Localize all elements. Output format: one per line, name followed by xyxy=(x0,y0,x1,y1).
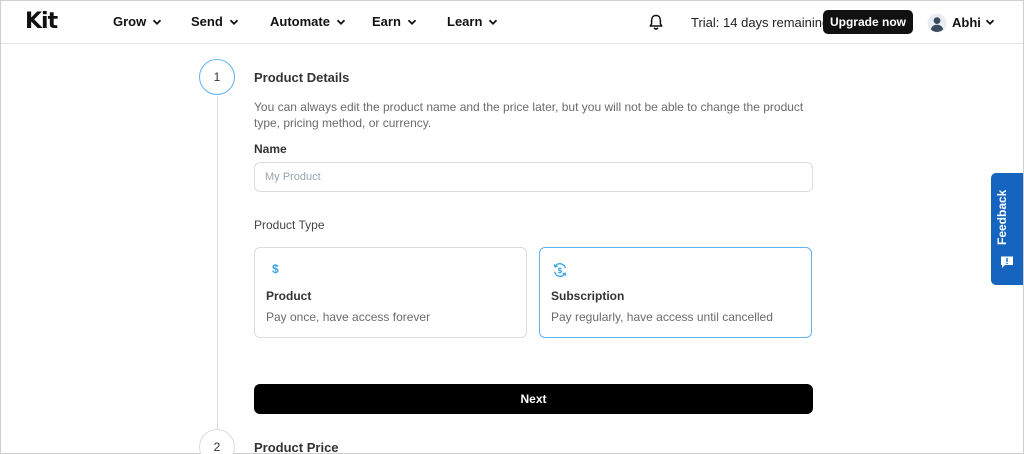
nav-label: Automate xyxy=(270,14,330,29)
chevron-down-icon xyxy=(407,19,417,25)
user-avatar-icon[interactable] xyxy=(927,13,947,33)
chevron-down-icon xyxy=(489,19,498,25)
nav-earn[interactable]: Earn xyxy=(372,14,417,30)
step-2-indicator: 2 xyxy=(199,429,235,454)
product-type-product-option[interactable]: $ Product Pay once, have access forever xyxy=(254,247,527,338)
chevron-down-icon xyxy=(153,19,162,25)
step-1-title: Product Details xyxy=(254,70,350,85)
option-title: Subscription xyxy=(551,289,625,303)
bell-icon[interactable] xyxy=(647,13,665,31)
user-name[interactable]: Abhi xyxy=(952,15,981,31)
kit-logo[interactable]: Kit xyxy=(25,10,58,34)
nav-automate[interactable]: Automate xyxy=(270,14,346,30)
chevron-down-icon xyxy=(336,19,346,25)
refresh-dollar-icon: $ xyxy=(553,263,567,277)
nav-label: Learn xyxy=(447,14,483,29)
nav-learn[interactable]: Learn xyxy=(447,14,498,30)
step-2-title: Product Price xyxy=(254,440,339,454)
chevron-down-icon xyxy=(229,19,238,25)
name-label: Name xyxy=(254,142,287,156)
product-type-subscription-option[interactable]: $ Subscription Pay regularly, have acces… xyxy=(539,247,812,338)
nav-send[interactable]: Send xyxy=(191,14,239,30)
option-subtitle: Pay regularly, have access until cancell… xyxy=(551,310,773,324)
chat-icon xyxy=(1001,256,1013,268)
trial-status: Trial: 14 days remaining xyxy=(691,15,830,30)
top-navigation: Kit Grow Send Automate Earn Learn Trial:… xyxy=(1,1,1023,44)
option-subtitle: Pay once, have access forever xyxy=(266,310,431,324)
product-type-label: Product Type xyxy=(254,218,325,232)
nav-label: Earn xyxy=(372,14,401,29)
nav-grow[interactable]: Grow xyxy=(113,14,162,30)
svg-text:$: $ xyxy=(557,266,562,275)
stepper-line xyxy=(217,96,218,436)
nav-label: Grow xyxy=(113,14,147,29)
step-1-indicator: 1 xyxy=(199,59,235,95)
product-details-description: You can always edit the product name and… xyxy=(254,100,804,130)
feedback-tab[interactable]: Feedback xyxy=(991,173,1023,285)
upgrade-button[interactable]: Upgrade now xyxy=(823,10,913,34)
nav-label: Send xyxy=(191,14,223,29)
feedback-label: Feedback xyxy=(995,189,1009,245)
product-name-input[interactable] xyxy=(254,162,813,192)
next-button[interactable]: Next xyxy=(254,384,813,414)
dollar-icon: $ xyxy=(272,262,279,276)
option-title: Product xyxy=(266,289,312,303)
chevron-down-icon[interactable] xyxy=(985,17,995,27)
